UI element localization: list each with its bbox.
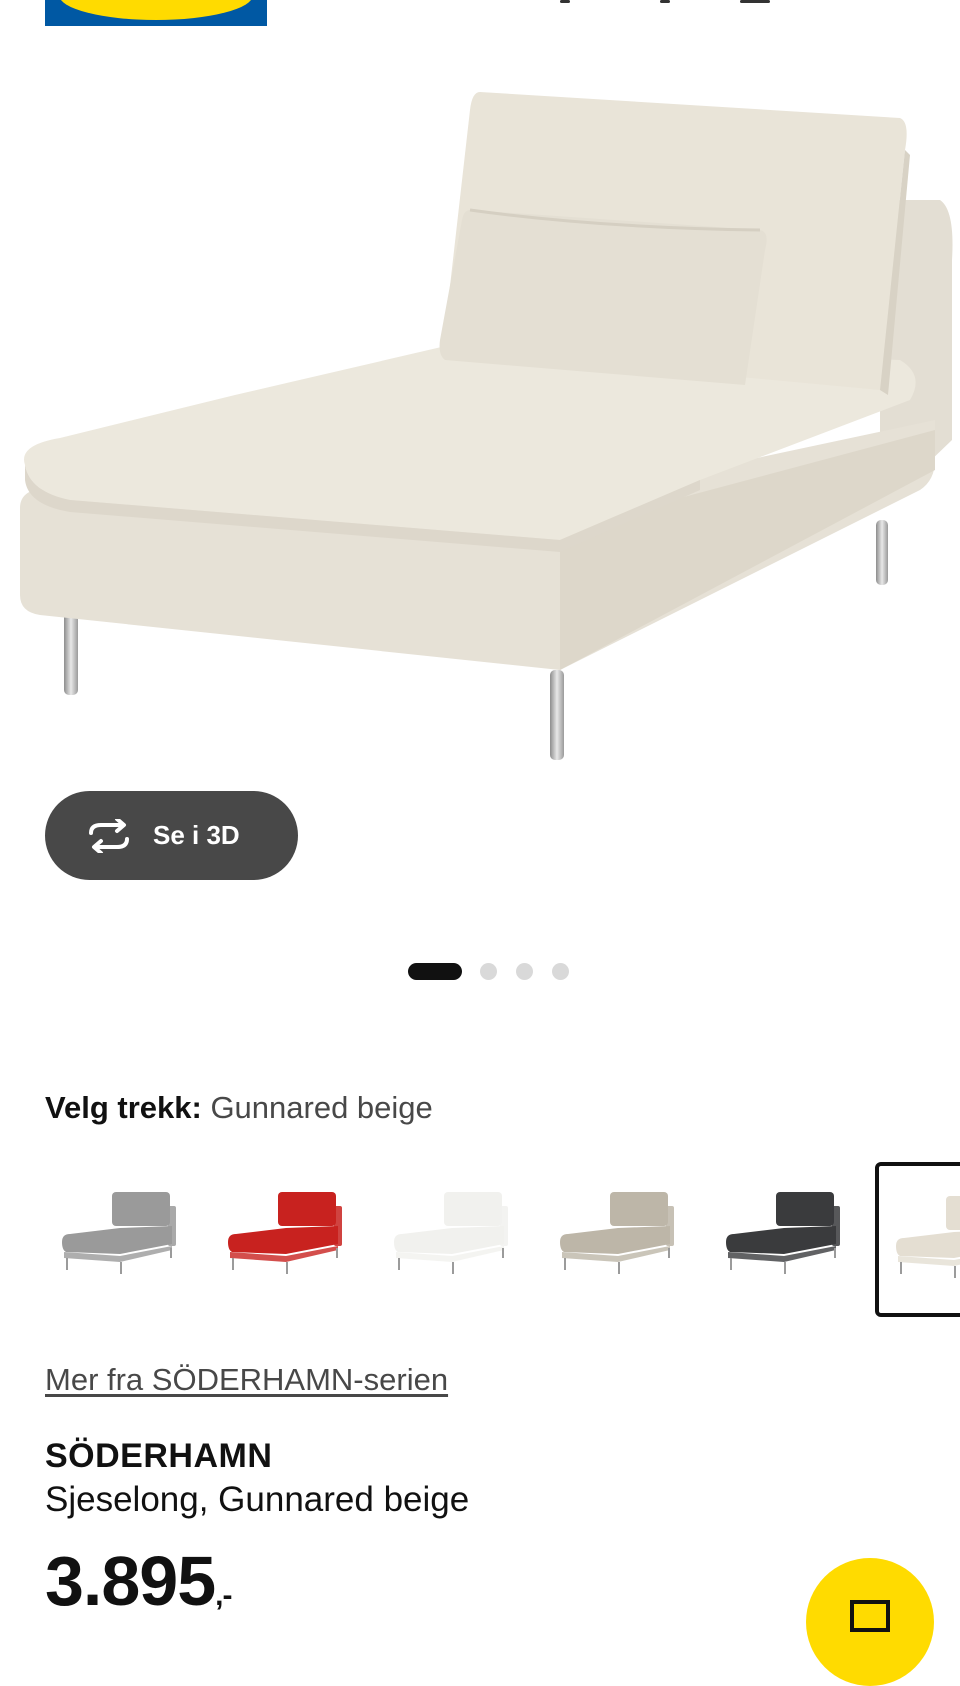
gallery-dot-2[interactable] [480, 963, 497, 980]
swatch-chaise-thumbnail [896, 1196, 960, 1278]
see-in-3d-label: Se i 3D [153, 820, 240, 850]
header-icon-fragment [740, 0, 770, 3]
gallery-dot-4[interactable] [552, 963, 569, 980]
swatch-chaise-thumbnail [560, 1192, 674, 1274]
see-in-3d-button[interactable]: Se i 3D [45, 791, 298, 880]
cover-swatch[interactable] [875, 1162, 960, 1317]
ikea-logo[interactable] [45, 0, 267, 26]
header-icon-fragment [660, 0, 670, 3]
product-price: 3.895,- [45, 1541, 233, 1621]
cover-selection-label: Velg trekk: Gunnared beige [45, 1090, 433, 1126]
header-icons [560, 0, 800, 6]
price-main: 3.895 [45, 1542, 216, 1620]
cover-selected-value: Gunnared beige [210, 1090, 433, 1125]
gallery-pagination [0, 960, 960, 980]
add-to-cart-button[interactable] [806, 1558, 934, 1686]
cover-swatch[interactable] [377, 1162, 527, 1317]
cover-swatch[interactable] [45, 1162, 195, 1317]
product-description: Sjeselong, Gunnared beige [45, 1480, 470, 1519]
chaise-longue-illustration [20, 92, 953, 760]
swatch-chaise-thumbnail [62, 1192, 176, 1274]
product-image[interactable] [0, 60, 960, 790]
header-icon-fragment [560, 0, 570, 3]
price-suffix: ,- [215, 1579, 232, 1612]
cover-swatch[interactable] [211, 1162, 361, 1317]
logo-oval [59, 0, 253, 20]
cover-label: Velg trekk: [45, 1090, 202, 1125]
cover-swatch[interactable] [543, 1162, 693, 1317]
swatch-chaise-thumbnail [228, 1192, 342, 1274]
swatch-chaise-thumbnail [394, 1192, 508, 1274]
cover-swatches [45, 1162, 960, 1322]
series-link[interactable]: Mer fra SÖDERHAMN-serien [45, 1362, 448, 1398]
gallery-dot-3[interactable] [516, 963, 533, 980]
cart-icon [850, 1600, 890, 1632]
product-name: SÖDERHAMN [45, 1437, 273, 1475]
cover-swatch[interactable] [709, 1162, 859, 1317]
rotate-3d-icon [89, 818, 129, 853]
gallery-dot-1[interactable] [408, 963, 462, 980]
swatch-chaise-thumbnail [726, 1192, 840, 1274]
